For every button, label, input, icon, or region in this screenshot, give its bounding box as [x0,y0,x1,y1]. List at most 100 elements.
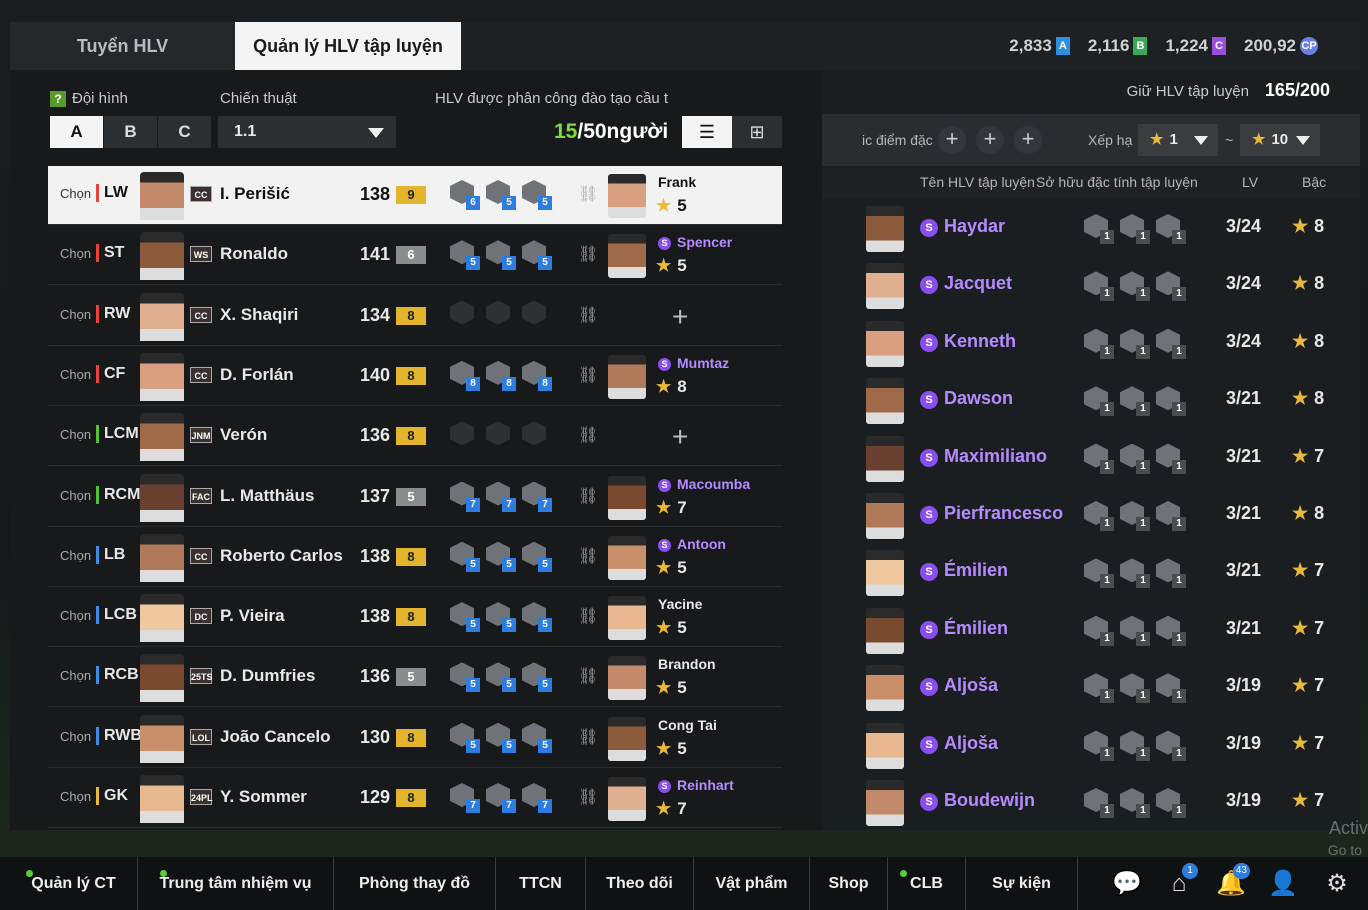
coach-name[interactable]: Frank [658,174,696,190]
settings-gear-icon[interactable]: ⚙ [1322,869,1352,899]
tactic-dropdown[interactable]: 1.1 [218,116,396,148]
coach-name[interactable]: S Reinhart [658,777,734,793]
trait-level: 1 [1136,804,1150,818]
player-avatar [140,775,184,823]
pitch-view-button[interactable]: ⊞ [732,116,782,148]
coach-row[interactable]: S Dawson 1 1 1 3/21 ★ 8 [822,372,1360,429]
player-row[interactable]: Chọn GK 24PL Y. Sommer 129 8 7 7 7 ⛓ S Reinhart ★ 7 [48,769,782,828]
select-label[interactable]: Chọn [60,608,91,623]
coach-name[interactable]: S Mumtaz [658,355,729,371]
trait-level: 1 [1100,230,1114,244]
bell-icon[interactable]: 🔔 43 [1216,863,1250,899]
player-row[interactable]: Chọn LCB DC P. Vieira 138 8 5 5 5 ⛓ Yacine ★ 5 [48,588,782,648]
select-label[interactable]: Chọn [60,488,91,503]
profile-icon[interactable]: 👤 [1268,869,1298,899]
coach-name[interactable]: S Antoon [658,536,726,552]
coach-row[interactable]: S Émilien 1 1 1 3/21 ★ 7 [822,544,1360,601]
star-icon: ★ [1292,216,1309,236]
nav-2[interactable]: Phòng thay đồ [334,857,496,910]
nav-6[interactable]: Shop [810,857,888,910]
select-label[interactable]: Chọn [60,668,91,683]
help-icon[interactable]: ? [50,91,66,107]
coach-row[interactable]: S Pierfrancesco 1 1 1 3/21 ★ 8 [822,487,1360,544]
trait-icon: 5 [448,602,480,633]
coach-name[interactable]: Brandon [658,656,716,672]
coach-row[interactable]: S Haydar 1 1 1 3/24 ★ 8 [822,200,1360,257]
player-row[interactable]: Chọn ST WS Ronaldo 141 6 5 5 5 ⛓ S Spencer ★ 5 [48,226,782,286]
select-label[interactable]: Chọn [60,246,91,261]
star-min-dropdown[interactable]: ★ 1 [1138,124,1218,156]
nav-0[interactable]: Quản lý CT [10,857,138,910]
chat-icon[interactable]: 💬 [1112,869,1142,899]
select-label[interactable]: Chọn [60,367,91,382]
tab-manage-training-coach[interactable]: Quản lý HLV tập luyện [235,22,461,70]
star-icon: ★ [656,256,672,276]
player-row[interactable]: Chọn CF CC D. Forlán 140 8 8 8 8 ⛓ S Mumtaz ★ 8 [48,347,782,406]
formation-a-button[interactable]: A [50,116,103,148]
formation-b-button[interactable]: B [104,116,157,148]
link-icon: ⛓ [578,608,599,626]
player-row[interactable]: Chọn LW CC I. Perišić 138 9 6 5 5 ⛓ Frank ★ 5 [48,166,782,225]
coach-name[interactable]: Yacine [658,596,702,612]
tab-recruit-coach[interactable]: Tuyển HLV [10,22,235,70]
coach-row[interactable]: S Émilien 1 1 1 3/21 ★ 7 [822,602,1360,659]
nav-3[interactable]: TTCN [496,857,586,910]
nav-7[interactable]: CLB [888,857,966,910]
trait-level: 1 [1136,689,1150,704]
player-row[interactable]: Chọn RCB 25TS D. Dumfries 136 5 5 5 5 ⛓ Brandon ★ 5 [48,648,782,708]
formation-c-button[interactable]: C [158,116,211,148]
nav-4[interactable]: Theo dõi [586,857,694,910]
assign-coach-plus-icon[interactable]: + [672,301,688,333]
select-label[interactable]: Chọn [60,548,91,563]
select-label[interactable]: Chọn [60,186,91,201]
season-badge: JNM [190,427,212,444]
coach-row[interactable]: S Aljoša 1 1 1 3/19 ★ 7 [822,659,1360,716]
trait-icon: 1 [1154,214,1186,244]
add-trait-filter-1[interactable]: + [938,126,966,154]
nav-5[interactable]: Vật phẩm [694,857,810,910]
list-view-button[interactable]: ☰ [682,116,732,148]
player-avatar [140,654,184,703]
upgrade-level-badge: 5 [396,668,426,687]
coach-bac-value: 7 [1314,675,1325,696]
star-icon: ★ [1292,388,1309,409]
select-label[interactable]: Chọn [60,307,91,322]
coach-name[interactable]: S Macoumba [658,476,750,492]
player-avatar [140,352,184,401]
assign-coach-plus-icon[interactable]: + [672,421,688,453]
add-trait-filter-2[interactable]: + [976,126,1004,154]
trait-icon: 1 [1118,214,1150,244]
coach-name[interactable]: S Spencer [658,234,732,251]
special-s-icon: S [658,780,671,793]
select-label[interactable]: Chọn [60,789,91,804]
star-max-dropdown[interactable]: ★ 10 [1240,124,1320,156]
coach-name: S Haydar [920,216,1005,237]
player-row[interactable]: Chọn RWB LOL João Cancelo 130 8 5 5 5 ⛓ Cong Tai ★ 5 [48,709,782,768]
coach-traits: 1 1 1 [1082,271,1186,302]
select-label[interactable]: Chọn [60,427,91,442]
coach-name[interactable]: Cong Tai [658,717,717,733]
nav-1[interactable]: Trung tâm nhiệm vụ [138,857,334,910]
trait-icon: 1 [1082,214,1114,244]
coach-row[interactable]: S Kenneth 1 1 1 3/24 ★ 8 [822,315,1360,372]
coach-row[interactable]: S Maximiliano 1 1 1 3/21 ★ 7 [822,430,1360,487]
player-row[interactable]: Chọn RW CC X. Shaqiri 134 8 ⛓ + [48,287,782,346]
nav-8[interactable]: Sự kiện [966,857,1078,910]
add-trait-filter-3[interactable]: + [1014,126,1042,154]
player-avatar [140,413,184,462]
player-row[interactable]: Chọn RCM FAC L. Matthäus 137 5 7 7 7 ⛓ S Macoumba ★ 7 [48,468,782,527]
coach-row[interactable]: S Aljoša 1 1 1 3/19 ★ 7 [822,717,1360,774]
player-row[interactable]: Chọn LCM JNM Verón 136 8 ⛓ + [48,407,782,467]
star-min-value: 1 [1169,131,1178,148]
coach-name-text: Aljoša [944,675,999,696]
coach-traits: 1 1 1 [1082,328,1186,359]
special-s-icon: S [920,391,938,410]
home-icon[interactable]: ⌂ 1 [1164,863,1198,899]
coach-row[interactable]: S Jacquet 1 1 1 3/24 ★ 8 [822,257,1360,314]
trait-icon: 1 [1154,501,1186,531]
coach-row[interactable]: S Boudewijn 1 1 1 3/19 ★ 7 [822,774,1360,831]
pitch-icon: ⊞ [749,122,765,142]
player-row[interactable]: Chọn LB CC Roberto Carlos 138 8 5 5 5 ⛓ S Antoon ★ 5 [48,528,782,587]
coach-name-text: Émilien [944,617,1009,638]
select-label[interactable]: Chọn [60,729,91,744]
